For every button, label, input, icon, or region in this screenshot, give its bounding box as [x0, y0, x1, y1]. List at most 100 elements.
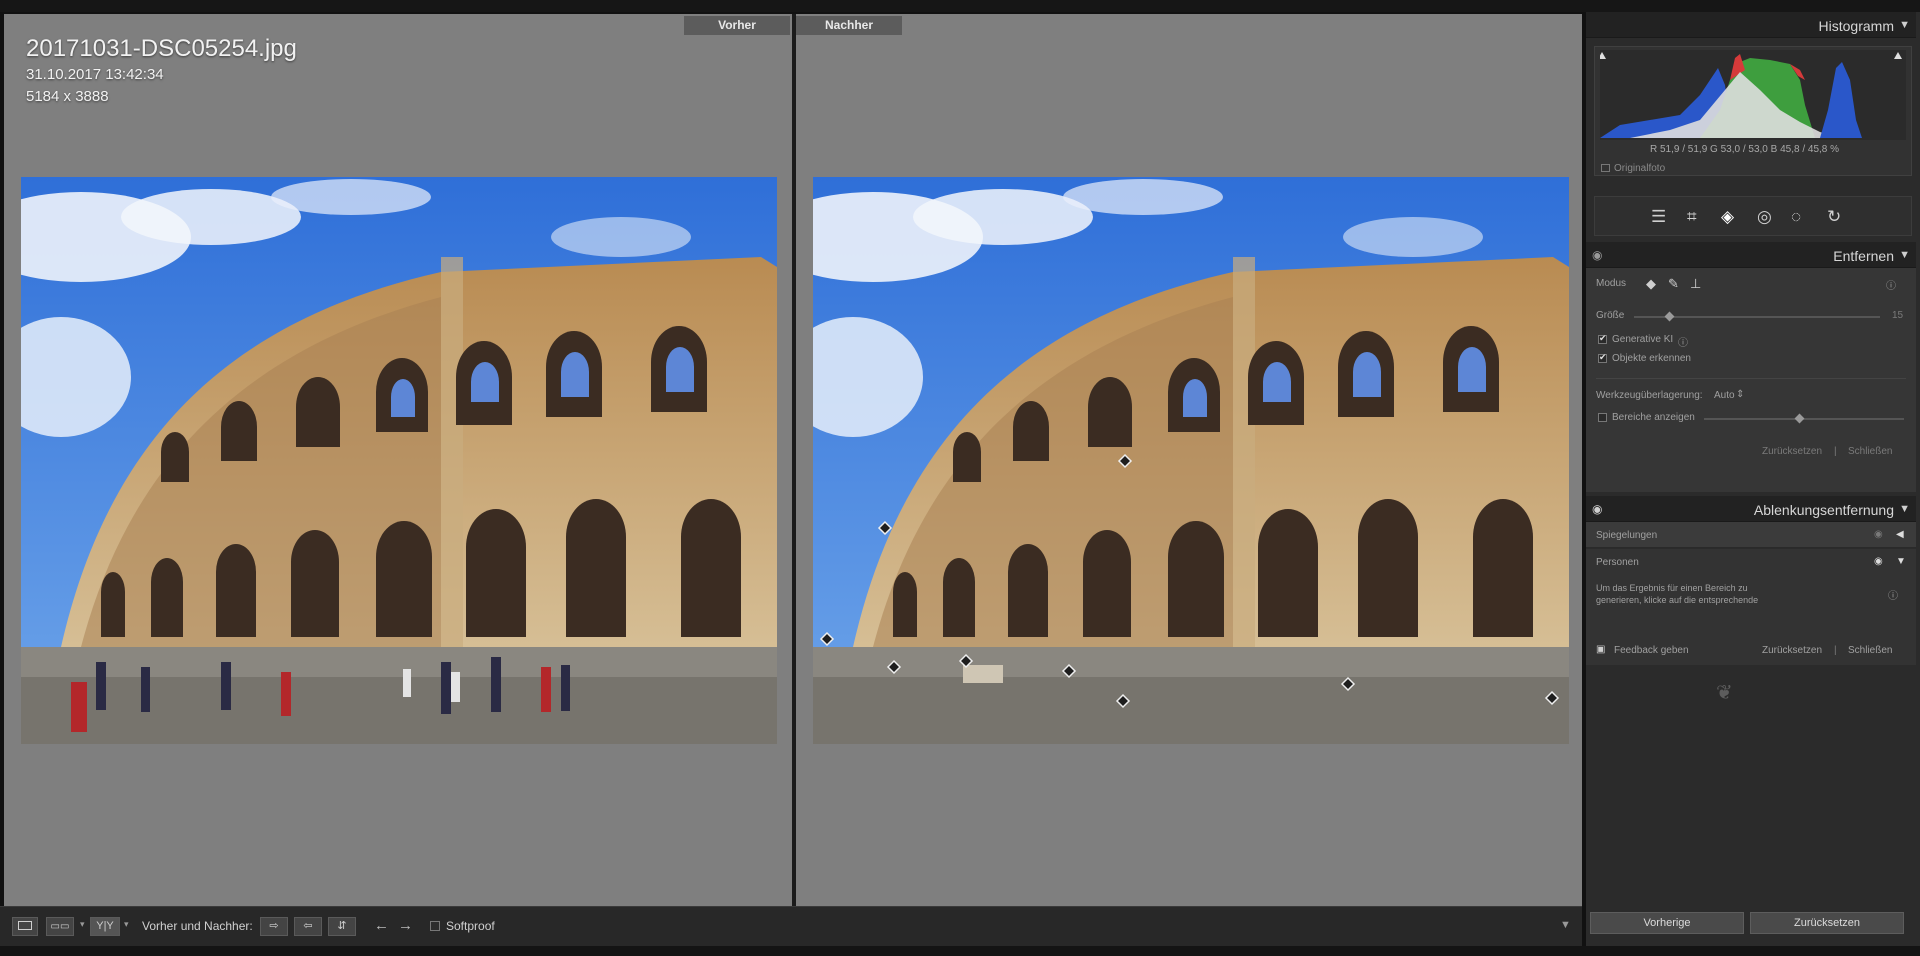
loupe-view-icon: [18, 921, 32, 930]
redeye-icon[interactable]: ◎: [1757, 207, 1772, 227]
generative-ai-checkbox[interactable]: [1598, 333, 1607, 344]
generative-ai-info-icon[interactable]: ⓘ: [1678, 334, 1688, 349]
feedback-button[interactable]: Feedback geben: [1614, 645, 1689, 656]
before-photo-image: [21, 177, 777, 744]
overlay-label: Werkzeugüberlagerung:: [1596, 390, 1703, 401]
size-value: 15: [1892, 310, 1904, 321]
original-photo-checkbox[interactable]: [1601, 164, 1610, 172]
remove-panel-title: Entfernen: [1833, 248, 1894, 264]
copy-before-to-after-button[interactable]: ⇨: [260, 917, 288, 936]
bottom-strip: [0, 946, 1920, 956]
size-slider-knob[interactable]: [1664, 311, 1675, 322]
histogram-header[interactable]: Histogramm ▼: [1586, 12, 1916, 38]
people-hint-line2: generieren, klicke auf die entsprechende: [1596, 595, 1759, 605]
compare-view-button[interactable]: ▭▭: [46, 917, 74, 936]
swap-before-after-button[interactable]: ⇵: [328, 917, 356, 936]
separator-pipe: |: [1834, 645, 1837, 656]
swap-icon: ⇵: [337, 920, 347, 932]
next-photo-icon[interactable]: →: [398, 917, 413, 934]
after-pane[interactable]: Nachher: [796, 14, 1582, 906]
separator: [1596, 378, 1906, 379]
toolbar-options-dropdown-icon[interactable]: ▼: [1560, 919, 1571, 931]
edit-sliders-icon[interactable]: ☰: [1651, 207, 1666, 227]
generative-ai-label: Generative KI: [1612, 334, 1674, 345]
people-visibility-icon[interactable]: ◉: [1874, 556, 1883, 567]
eraser-mode-icon[interactable]: ◆: [1646, 276, 1656, 292]
distraction-panel-header[interactable]: ◉ Ablenkungsentfernung ▼: [1586, 496, 1916, 522]
arrow-right-icon: ⇨: [269, 920, 279, 932]
show-areas-label: Bereiche anzeigen: [1612, 412, 1695, 423]
histogram-panel: R 51,9 / 51,9 G 53,0 / 53,0 B 45,8 / 45,…: [1594, 46, 1912, 176]
panel-visibility-icon[interactable]: ◉: [1592, 502, 1602, 516]
presets-icon[interactable]: ↻: [1827, 207, 1841, 227]
lightroom-window: Vorher 20171031-DSC05254.jpg 31.10.2017 …: [0, 0, 1920, 956]
arrow-left-icon: ⇦: [303, 920, 313, 932]
tool-strip: ☰ ⌗ ◈ ◎ ◌ ↻: [1594, 196, 1912, 236]
areas-opacity-knob[interactable]: [1794, 413, 1805, 424]
crop-icon[interactable]: ⌗: [1687, 207, 1697, 227]
histogram-rgb-readout: R 51,9 / 51,9 G 53,0 / 53,0 B 45,8 / 45,…: [1650, 144, 1840, 155]
remove-close-button[interactable]: Schließen: [1848, 446, 1892, 457]
hint-info-icon[interactable]: ⓘ: [1888, 587, 1898, 602]
clone-mode-icon[interactable]: ⊥: [1690, 276, 1701, 292]
histogram-graph: [1600, 50, 1906, 140]
reflections-visibility-icon[interactable]: ◉: [1874, 529, 1883, 540]
before-label: Vorher: [684, 16, 790, 35]
bottom-toolbar: ▭▭ ▾ Y|Y ▾ Vorher und Nachher: ⇨ ⇦ ⇵ ← →…: [0, 906, 1582, 946]
collapse-triangle-icon[interactable]: ▼: [1899, 503, 1910, 515]
remove-panel-header[interactable]: ◉ Entfernen ▼: [1586, 242, 1916, 268]
loupe-view-button[interactable]: [12, 917, 38, 936]
people-hint-line1: Um das Ergebnis für einen Bereich zu: [1596, 583, 1748, 593]
softproof-checkbox[interactable]: [430, 921, 440, 931]
collapse-triangle-icon[interactable]: ▼: [1896, 556, 1906, 567]
after-photo[interactable]: [813, 177, 1569, 744]
histogram-title: Histogramm: [1818, 18, 1894, 34]
expand-triangle-icon[interactable]: ◀: [1896, 529, 1904, 540]
previous-button[interactable]: Vorherige: [1590, 912, 1744, 934]
people-section: Personen ◉ ▼ Um das Ergebnis für einen B…: [1586, 549, 1916, 637]
distraction-reset-button[interactable]: Zurücksetzen: [1762, 645, 1822, 656]
top-strip: [0, 0, 1920, 12]
show-areas-checkbox[interactable]: [1598, 413, 1607, 422]
remove-panel: Modus ◆ ✎ ⊥ ⓘ Größe 15 Generative KI ⓘ O…: [1586, 268, 1916, 492]
softproof-label: Softproof: [446, 919, 495, 933]
feedback-icon[interactable]: ▣: [1596, 644, 1605, 655]
compare-view-dropdown-icon[interactable]: ▾: [80, 919, 85, 930]
photo-dimensions: 5184 x 3888: [26, 88, 109, 105]
compare-viewer: Vorher 20171031-DSC05254.jpg 31.10.2017 …: [4, 14, 1582, 906]
info-icon[interactable]: ⓘ: [1886, 277, 1896, 292]
separator-pipe: |: [1834, 446, 1837, 457]
distraction-close-button[interactable]: Schließen: [1848, 645, 1892, 656]
masking-icon[interactable]: ◌: [1791, 207, 1801, 227]
after-photo-image: [813, 177, 1569, 744]
overlay-select-arrows-icon[interactable]: ⇕: [1736, 389, 1744, 400]
before-after-view-button[interactable]: Y|Y: [90, 917, 120, 936]
heal-mode-icon[interactable]: ✎: [1668, 276, 1679, 292]
panel-end-ornament-icon: ❦: [1716, 682, 1733, 704]
panel-visibility-icon[interactable]: ◉: [1592, 248, 1602, 262]
size-label: Größe: [1596, 310, 1625, 321]
people-label: Personen: [1596, 557, 1639, 568]
reflections-row[interactable]: Spiegelungen ◉ ◀: [1586, 522, 1916, 548]
mode-label: Modus: [1596, 278, 1627, 289]
reset-button[interactable]: Zurücksetzen: [1750, 912, 1904, 934]
original-photo-toggle[interactable]: Originalfoto: [1601, 163, 1665, 174]
original-photo-label: Originalfoto: [1614, 163, 1666, 174]
photo-datetime: 31.10.2017 13:42:34: [26, 66, 164, 83]
before-pane[interactable]: Vorher 20171031-DSC05254.jpg 31.10.2017 …: [4, 14, 792, 906]
before-photo[interactable]: [21, 177, 777, 744]
copy-after-to-before-button[interactable]: ⇦: [294, 917, 322, 936]
remove-reset-button[interactable]: Zurücksetzen: [1762, 446, 1822, 457]
collapse-triangle-icon[interactable]: ▼: [1899, 249, 1910, 261]
detect-objects-checkbox[interactable]: [1598, 352, 1607, 363]
before-after-label: Vorher und Nachher:: [142, 919, 253, 933]
collapse-triangle-icon[interactable]: ▼: [1899, 19, 1910, 31]
before-after-dropdown-icon[interactable]: ▾: [124, 919, 129, 930]
compare-view-icon: ▭▭: [50, 921, 70, 932]
overlay-select[interactable]: Auto: [1714, 390, 1735, 401]
detect-objects-label: Objekte erkennen: [1612, 353, 1691, 364]
eraser-icon[interactable]: ◈: [1721, 207, 1734, 227]
distraction-panel-title: Ablenkungsentfernung: [1753, 502, 1894, 518]
photo-info-overlay: 20171031-DSC05254.jpg 31.10.2017 13:42:3…: [26, 34, 297, 108]
previous-photo-icon[interactable]: ←: [374, 917, 389, 934]
